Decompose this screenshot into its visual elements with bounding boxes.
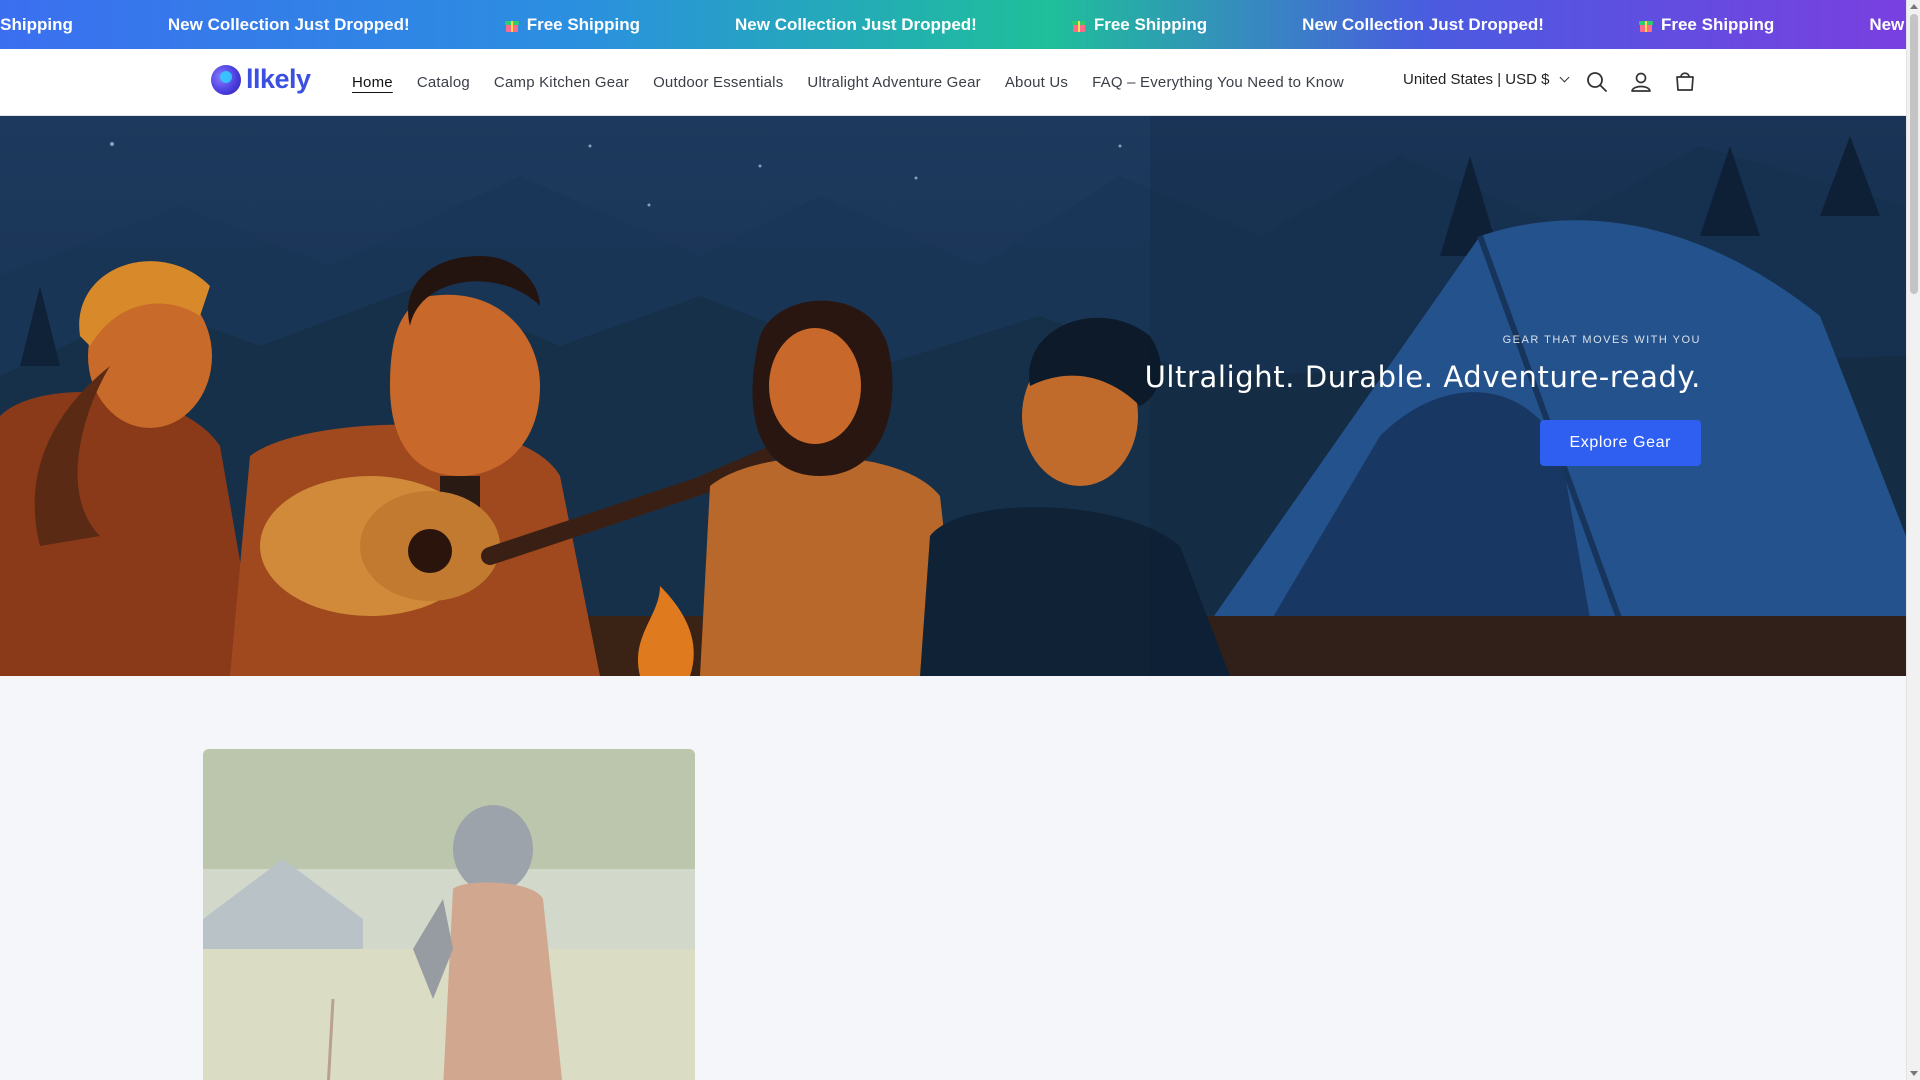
account-icon[interactable] [1628,69,1654,95]
nav-link-faq-everything-you-need-to-know[interactable]: FAQ – Everything You Need to Know [1092,74,1344,91]
main-nav: Home Catalog Camp Kitchen Gear Outdoor Esse… [352,49,1368,115]
announcement-bar: e Shipping New Collection Just Dropped! Fr… [0,0,1906,49]
announcement-item: New Collection Just Dropped! [168,15,410,35]
announcement-text: Free Shipping [1660,14,1775,34]
nav-link-camp-kitchen-gear[interactable]: Camp Kitchen Gear [494,74,629,91]
announcement-text: e Shipping [0,14,73,34]
scroll-thumb[interactable] [1910,14,1918,294]
logo-text: llkely [246,64,311,94]
hero-eyebrow: GEAR THAT MOVES WITH YOU [1502,334,1701,346]
scroll-down-arrow-icon[interactable] [1910,1071,1918,1076]
featured-section [0,676,1906,1080]
country-currency-label: United States | USD $ [1403,71,1550,88]
announcement-text: New Colle [1869,14,1906,34]
announcement-item: e Shipping [0,15,73,35]
chevron-down-icon [1560,72,1570,83]
scroll-up-arrow-icon[interactable] [1910,4,1918,9]
logo[interactable]: llkely [211,64,311,95]
featured-image [203,749,695,1080]
announcement-item: Free Shipping [504,14,641,35]
nav-link-about-us[interactable]: About Us [1005,74,1068,91]
announcement-text: New Collection Just Dropped! [735,14,977,34]
announcement-item: Free Shipping [1071,14,1208,35]
cart-icon[interactable] [1672,69,1698,95]
hero-text-block: GEAR THAT MOVES WITH YOU Ultralight. Dur… [1145,334,1701,466]
search-icon[interactable] [1584,69,1610,95]
gift-icon [504,18,519,32]
country-currency-selector[interactable]: United States | USD $ [1403,71,1570,88]
announcement-track: e Shipping New Collection Just Dropped! Fr… [0,0,1906,49]
nav-link-outdoor-essentials[interactable]: Outdoor Essentials [653,74,783,91]
gift-icon [1638,18,1653,32]
announcement-item: New Colle [1869,15,1906,35]
nav-link-ultralight-adventure-gear[interactable]: Ultralight Adventure Gear [807,74,980,91]
announcement-item: New Collection Just Dropped! [735,15,977,35]
hero-banner: GEAR THAT MOVES WITH YOU Ultralight. Dur… [0,116,1906,676]
announcement-text: Free Shipping [526,14,641,34]
announcement-item: Free Shipping [1638,14,1775,35]
gift-icon [1071,18,1086,32]
announcement-text: Free Shipping [1093,14,1208,34]
page-scrollbar[interactable] [1906,0,1920,1080]
announcement-text: New Collection Just Dropped! [167,14,410,34]
logo-mark-icon [211,64,241,95]
hero-title: Ultralight. Durable. Adventure-ready. [1144,360,1701,394]
site-header: llkely Home Catalog Camp Kitchen Gear Outdo… [0,49,1906,116]
announcement-item: New Collection Just Dropped! [1302,15,1544,35]
announcement-text: New Collection Just Dropped! [1302,14,1544,34]
explore-gear-button[interactable]: Explore Gear [1539,420,1701,466]
nav-link-home[interactable]: Home [352,74,393,91]
nav-link-catalog[interactable]: Catalog [417,74,470,91]
